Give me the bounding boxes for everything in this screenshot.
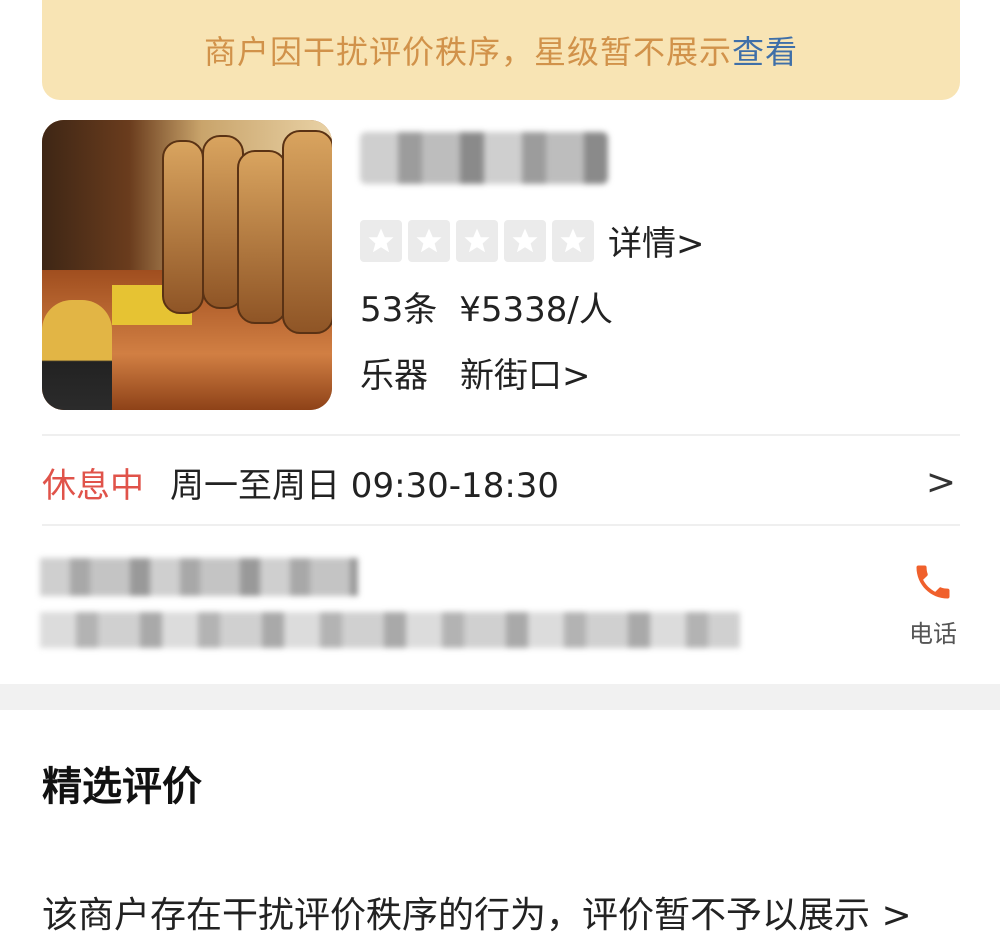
- star-icon: [552, 220, 594, 262]
- featured-reviews-title: 精选评价: [42, 764, 202, 810]
- star-icon: [360, 220, 402, 262]
- divider: [42, 524, 960, 526]
- open-status: 休息中: [42, 465, 144, 506]
- star-icon: [408, 220, 450, 262]
- phone-label: 电话: [909, 620, 957, 648]
- price-per-person: ¥5338/人: [459, 290, 613, 330]
- divider: [42, 434, 960, 436]
- shop-stats: 53条 ¥5338/人: [360, 282, 613, 331]
- section-separator: [0, 684, 1000, 710]
- guitar-shape: [237, 150, 287, 324]
- business-hours-row[interactable]: 休息中 周一至周日 09:30-18:30 >: [42, 456, 960, 508]
- star-icon: [456, 220, 498, 262]
- address-line-blurred: [40, 558, 358, 596]
- star-icon: [504, 220, 546, 262]
- area-link[interactable]: 新街口>: [460, 348, 591, 397]
- category-row: 乐器 新街口>: [360, 348, 591, 397]
- phone-button[interactable]: 电话: [898, 560, 968, 656]
- shop-photo[interactable]: 242: [42, 120, 332, 410]
- address-detail-blurred: [40, 612, 740, 648]
- reviews-hidden-notice[interactable]: 该商户存在干扰评价秩序的行为，评价暂不予以展示 >: [42, 886, 912, 938]
- star-rating: [360, 220, 594, 262]
- hours-schedule: 周一至周日 09:30-18:30: [170, 465, 560, 506]
- detail-link[interactable]: 详情>: [608, 216, 705, 265]
- guitar-shape: [282, 130, 332, 334]
- phone-icon: [916, 565, 950, 599]
- chevron-right-icon: >: [925, 462, 956, 503]
- review-count[interactable]: 53条: [360, 282, 437, 331]
- photo-person: [42, 300, 112, 410]
- banner-view-link[interactable]: 查看: [732, 27, 798, 73]
- category-label[interactable]: 乐器: [360, 348, 428, 397]
- rating-suspended-banner[interactable]: 商户因干扰评价秩序，星级暂不展示 查看: [42, 0, 960, 100]
- banner-message: 商户因干扰评价秩序，星级暂不展示: [203, 33, 732, 71]
- guitar-shape: [162, 140, 204, 314]
- shop-name-blurred: [360, 132, 608, 184]
